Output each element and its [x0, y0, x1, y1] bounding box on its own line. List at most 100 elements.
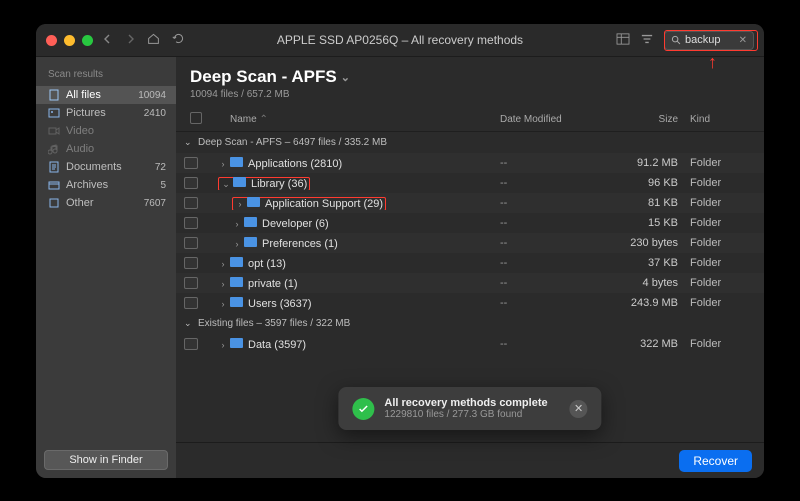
- folder-icon: [244, 217, 257, 227]
- row-checkbox[interactable]: [184, 257, 198, 269]
- row-size: 91.2 MB: [610, 157, 690, 169]
- folder-icon: [230, 338, 243, 348]
- row-size: 96 KB: [610, 177, 690, 189]
- table-row[interactable]: ›Preferences (1)--230 bytesFolder: [176, 233, 764, 253]
- forward-button[interactable]: [123, 33, 137, 47]
- doc-icon: [48, 161, 60, 173]
- home-icon[interactable]: [145, 32, 162, 48]
- row-kind: Folder: [690, 177, 750, 189]
- undo-icon[interactable]: [170, 32, 187, 48]
- folder-name: opt (13): [248, 258, 286, 270]
- folder-icon: [230, 257, 243, 267]
- column-name[interactable]: Name ⌃: [204, 114, 500, 125]
- clear-search-icon[interactable]: ✕: [739, 35, 747, 46]
- row-kind: Folder: [690, 257, 750, 269]
- filter-icon[interactable]: [640, 33, 654, 48]
- row-size: 230 bytes: [610, 237, 690, 249]
- table-row[interactable]: ›Application Support (29)--81 KBFolder: [176, 193, 764, 213]
- row-size: 322 MB: [610, 338, 690, 350]
- maximize-window[interactable]: [82, 35, 93, 46]
- row-checkbox[interactable]: [184, 197, 198, 209]
- disclosure-icon[interactable]: ⌄: [184, 137, 194, 148]
- column-date[interactable]: Date Modified: [500, 114, 610, 125]
- disclosure-icon[interactable]: ⌄: [221, 179, 231, 190]
- group-header[interactable]: ⌄Deep Scan - APFS – 6497 files / 335.2 M…: [176, 132, 764, 153]
- window-controls: [46, 35, 93, 46]
- sidebar-item-label: Archives: [66, 179, 108, 191]
- sidebar-item-archives[interactable]: Archives 5: [36, 176, 176, 194]
- video-icon: [48, 125, 60, 137]
- toast-subtitle: 1229810 files / 277.3 GB found: [384, 409, 547, 420]
- disclosure-icon[interactable]: ›: [235, 199, 245, 209]
- disclosure-icon[interactable]: ›: [218, 279, 228, 289]
- disclosure-icon[interactable]: ›: [218, 259, 228, 269]
- toast-close-icon[interactable]: ✕: [570, 400, 588, 418]
- group-header[interactable]: ⌄ Existing files – 3597 files / 322 MB: [176, 313, 764, 334]
- row-date: --: [500, 297, 610, 309]
- sidebar-item-pictures[interactable]: Pictures 2410: [36, 104, 176, 122]
- view-mode-icon[interactable]: [616, 33, 630, 48]
- disclosure-icon[interactable]: ›: [218, 340, 228, 350]
- column-size[interactable]: Size: [610, 114, 690, 125]
- sidebar-item-all-files[interactable]: All files 10094: [36, 86, 176, 104]
- folder-name: Users (3637): [248, 298, 312, 310]
- back-button[interactable]: [101, 33, 115, 47]
- row-kind: Folder: [690, 297, 750, 309]
- show-in-finder-button[interactable]: Show in Finder: [44, 450, 168, 470]
- folder-name: Data (3597): [248, 339, 306, 351]
- folder-name: ›Application Support (29): [232, 197, 386, 210]
- disclosure-icon[interactable]: ›: [232, 239, 242, 249]
- archive-icon: [48, 179, 60, 191]
- disclosure-icon[interactable]: ›: [232, 219, 242, 229]
- column-kind[interactable]: Kind: [690, 114, 750, 125]
- row-size: 4 bytes: [610, 277, 690, 289]
- group-label: Existing files – 3597 files / 322 MB: [198, 318, 350, 329]
- close-window[interactable]: [46, 35, 57, 46]
- disclosure-icon[interactable]: ›: [218, 159, 228, 169]
- search-icon: [671, 35, 682, 46]
- other-icon: [48, 197, 60, 209]
- row-checkbox[interactable]: [184, 338, 198, 350]
- folder-name: Developer (6): [262, 218, 329, 230]
- row-kind: Folder: [690, 157, 750, 169]
- table-row[interactable]: ›Developer (6)--15 KBFolder: [176, 213, 764, 233]
- row-checkbox[interactable]: [184, 237, 198, 249]
- minimize-window[interactable]: [64, 35, 75, 46]
- row-date: --: [500, 197, 610, 209]
- search-input[interactable]: [685, 34, 735, 46]
- table-row[interactable]: ›Data (3597)--322 MBFolder: [176, 334, 764, 354]
- sidebar-item-documents[interactable]: Documents 72: [36, 158, 176, 176]
- row-size: 81 KB: [610, 197, 690, 209]
- table-row[interactable]: ›Users (3637)--243.9 MBFolder: [176, 293, 764, 313]
- page-title[interactable]: Deep Scan - APFS ⌄: [190, 67, 750, 87]
- sidebar-item-audio[interactable]: Audio: [36, 140, 176, 158]
- row-checkbox[interactable]: [184, 277, 198, 289]
- row-date: --: [500, 157, 610, 169]
- row-date: --: [500, 177, 610, 189]
- recover-button[interactable]: Recover: [679, 450, 752, 472]
- sidebar-item-video[interactable]: Video: [36, 122, 176, 140]
- sidebar-item-count: 2410: [144, 108, 166, 119]
- row-checkbox[interactable]: [184, 217, 198, 229]
- disclosure-icon[interactable]: ⌄: [184, 318, 194, 329]
- table-row[interactable]: ›opt (13)--37 KBFolder: [176, 253, 764, 273]
- select-all-checkbox[interactable]: [190, 112, 202, 124]
- row-date: --: [500, 338, 610, 350]
- chevron-down-icon[interactable]: ⌄: [341, 71, 350, 84]
- disclosure-icon[interactable]: ›: [218, 299, 228, 309]
- table-row[interactable]: ⌄Library (36)--96 KBFolder: [176, 173, 764, 193]
- row-checkbox[interactable]: [184, 297, 198, 309]
- folder-icon: [230, 277, 243, 287]
- table-row[interactable]: ›Applications (2810)--91.2 MBFolder: [176, 153, 764, 173]
- completion-toast: All recovery methods complete 1229810 fi…: [338, 387, 601, 430]
- table-row[interactable]: ›private (1)--4 bytesFolder: [176, 273, 764, 293]
- row-date: --: [500, 237, 610, 249]
- annotation-arrow: ↑: [708, 52, 717, 73]
- search-box[interactable]: ✕: [664, 31, 754, 50]
- row-checkbox[interactable]: [184, 157, 198, 169]
- row-checkbox[interactable]: [184, 177, 198, 189]
- row-date: --: [500, 277, 610, 289]
- folder-icon: [247, 197, 260, 207]
- sidebar-item-count: 7607: [144, 198, 166, 209]
- sidebar-item-other[interactable]: Other 7607: [36, 194, 176, 212]
